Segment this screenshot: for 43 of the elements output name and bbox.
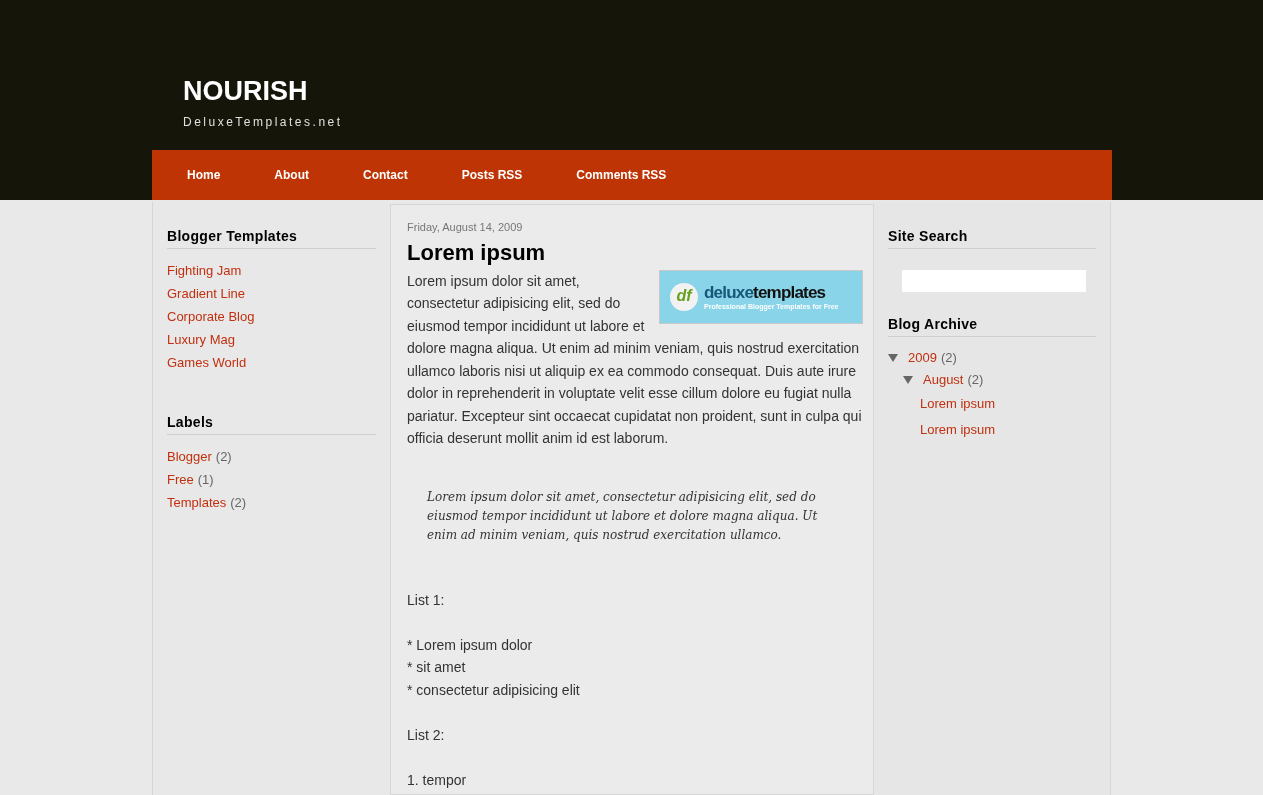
blog-title[interactable]: NOURISH bbox=[183, 75, 1263, 107]
widget-title: Blog Archive bbox=[888, 314, 1096, 337]
post-count: (2) bbox=[967, 371, 984, 390]
nav-link[interactable]: Comments RSS bbox=[576, 166, 667, 184]
label-count: (2) bbox=[215, 449, 232, 464]
archive-post-link[interactable]: Lorem ipsum bbox=[920, 394, 996, 414]
blog-tagline: DeluxeTemplates.net bbox=[183, 114, 344, 131]
post-line: * Lorem ipsum dolor bbox=[407, 635, 534, 655]
archive-link[interactable]: August bbox=[923, 370, 964, 390]
template-link[interactable]: Luxury Mag bbox=[167, 332, 235, 347]
post-line: List 2: bbox=[407, 725, 446, 745]
template-link[interactable]: Corporate Blog bbox=[167, 309, 255, 324]
widget-title: Labels bbox=[167, 412, 376, 435]
nav-link[interactable]: Contact bbox=[363, 166, 408, 184]
widget-title: Site Search bbox=[888, 226, 1096, 249]
post-line: * sit amet bbox=[407, 658, 467, 677]
post-title[interactable]: Lorem ipsum bbox=[407, 239, 863, 266]
archive-link[interactable]: 2009 bbox=[908, 348, 937, 368]
post-paragraph: dolore magna aliqua. Ut enim ad minim veniam, quis nostrud exercitation ullamco laboris nisi ut aliquip ex ea commodo consequat. Duis aute irure dolor in reprehenderit in voluptate velit esse cillum dolore eu fugiat nulla pariatur. Excepteur sint occaecat cupidatat non proident, sunt in culpa qui officia deserunt mollit anim id est laborum. bbox=[407, 339, 863, 448]
label-count: (1) bbox=[197, 472, 214, 487]
label-count: (2) bbox=[230, 495, 247, 510]
post-date: Friday, August 14, 2009 bbox=[407, 220, 524, 235]
post-quote: Lorem ipsum dolor sit amet, consectetur adipisicing elit, sed do eiusmod tempor incididunt ut labore et dolore magna aliqua. Ut enim ad minim veniam, quis nostrud exercitation ullamco. bbox=[427, 488, 819, 544]
widget-title: Blogger Templates bbox=[167, 226, 376, 249]
toggle-triangle-icon[interactable] bbox=[888, 353, 898, 363]
post-line: 1. tempor bbox=[407, 770, 468, 790]
post-count: (2) bbox=[940, 349, 957, 368]
archive-post-link[interactable]: Lorem ipsum bbox=[920, 420, 996, 440]
toggle-triangle-icon[interactable] bbox=[903, 375, 913, 385]
template-link[interactable]: Games World bbox=[167, 355, 247, 370]
logo-wordmark: deluxetemplates bbox=[704, 283, 827, 301]
post-line: List 1: bbox=[407, 590, 446, 610]
nav-link[interactable]: Home bbox=[187, 166, 221, 184]
search-field[interactable] bbox=[902, 270, 1086, 292]
template-link[interactable]: Fighting Jam bbox=[167, 263, 242, 278]
post-line: * consectetur adipisicing elit bbox=[407, 680, 581, 700]
nav-link[interactable]: About bbox=[274, 166, 309, 184]
template-link[interactable]: Gradient Line bbox=[167, 286, 246, 301]
nav-link[interactable]: Posts RSS bbox=[461, 166, 523, 184]
logo-mark: df bbox=[670, 282, 698, 311]
label-link[interactable]: Blogger bbox=[167, 449, 212, 464]
label-link[interactable]: Templates bbox=[167, 495, 227, 510]
label-link[interactable]: Free bbox=[167, 472, 194, 487]
